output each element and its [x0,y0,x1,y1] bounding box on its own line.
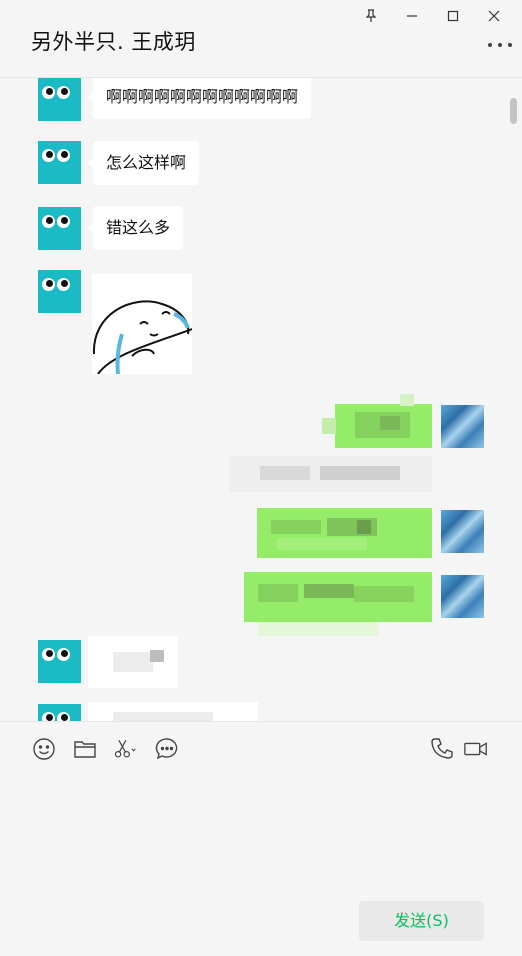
contact-avatar[interactable] [38,207,81,250]
phone-icon [431,738,453,759]
folder-icon [74,741,96,758]
maximize-button[interactable] [432,6,473,26]
contact-avatar[interactable] [38,270,81,313]
video-icon [464,742,487,756]
contact-avatar[interactable] [38,704,81,721]
message-bubble-obscured[interactable] [88,702,258,721]
chat-title: 另外半只. 王成玥 [31,30,196,54]
message-bubble[interactable]: 错这么多 [87,206,184,250]
emoji-button[interactable] [31,736,57,762]
chat-history-icon [155,738,178,760]
message-bubble-obscured[interactable] [88,636,178,688]
voice-call-button[interactable] [429,736,455,762]
message-input[interactable] [0,770,522,890]
chat-scrollbar[interactable] [510,98,517,124]
contact-avatar[interactable] [38,78,81,121]
contact-avatar[interactable] [38,640,81,683]
crying-bun-sticker[interactable] [92,274,192,374]
more-dot-icon [508,43,512,47]
self-avatar[interactable] [441,405,484,448]
message-bubble-obscured[interactable] [244,572,432,622]
minimize-icon [406,15,417,17]
maximize-icon [447,10,458,22]
message-bubble-obscured[interactable] [230,456,432,492]
input-toolbar [0,736,522,764]
send-button[interactable]: 发送(S) [359,901,484,941]
message-list[interactable]: 啊啊啊啊啊啊啊啊啊啊啊啊 怎么这样啊 错这么多 [0,78,522,721]
self-avatar[interactable] [441,510,484,553]
pin-icon [365,9,376,22]
video-call-button[interactable] [463,736,491,762]
pin-button[interactable] [350,6,391,26]
message-bubble[interactable]: 啊啊啊啊啊啊啊啊啊啊啊啊 [87,78,312,119]
window-controls [350,6,514,26]
more-dot-icon [498,43,502,47]
close-button[interactable] [473,6,514,26]
chat-history-button[interactable] [154,736,180,762]
message-bubble-obscured[interactable] [335,404,432,448]
minimize-button[interactable] [391,6,432,26]
emoji-icon [33,738,55,760]
toolbar-divider [0,721,522,722]
self-avatar[interactable] [441,575,484,618]
message-bubble[interactable]: 怎么这样啊 [87,141,200,185]
file-button[interactable] [72,736,98,762]
close-icon [488,10,499,22]
more-dot-icon [488,43,492,47]
more-options-button[interactable] [488,40,512,50]
contact-avatar[interactable] [38,141,81,184]
message-bubble-obscured[interactable] [257,508,432,558]
screenshot-button[interactable] [112,736,142,762]
scissors-icon [114,740,136,758]
